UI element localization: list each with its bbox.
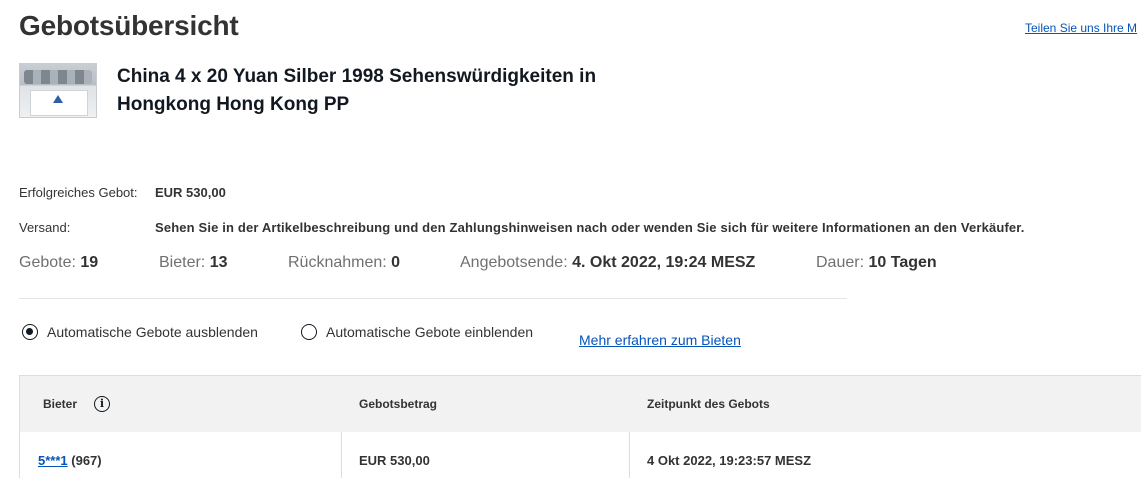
bidder-cell: 5***1 (967) [38, 453, 102, 468]
retractions-value: 0 [391, 254, 401, 271]
table-header: Bieter i Gebotsbetrag Zeitpunkt des Gebo… [19, 375, 1141, 432]
learn-more-link[interactable]: Mehr erfahren zum Bieten [579, 332, 741, 348]
retractions-label: Rücknahmen: [288, 254, 387, 271]
hide-auto-bids-label[interactable]: Automatische Gebote ausblenden [47, 324, 258, 340]
bidders-value: 13 [209, 254, 228, 271]
mint-logo-icon [53, 95, 63, 103]
shipping-value: Sehen Sie in der Artikelbeschreibung und… [155, 220, 1025, 235]
column-divider [341, 432, 342, 478]
column-header-bidder: Bieter [43, 397, 78, 411]
retractions-count: Rücknahmen: 0 [288, 254, 400, 272]
radio-checked-icon[interactable] [22, 324, 38, 340]
bidders-count: Bieter: 13 [159, 254, 228, 272]
bid-time-cell: 4 Okt 2022, 19:23:57 MESZ [647, 453, 812, 468]
page-title: Gebotsübersicht [19, 10, 239, 41]
radio-unchecked-icon[interactable] [301, 324, 317, 340]
coin-set-image [24, 70, 92, 84]
show-auto-bids-option[interactable]: Automatische Gebote einblenden [301, 324, 533, 340]
bidder-link[interactable]: 5***1 [38, 453, 68, 468]
winning-bid-value: EUR 530,00 [155, 185, 226, 200]
bidders-label: Bieter: [159, 254, 206, 271]
info-icon[interactable]: i [94, 396, 110, 412]
winning-bid-label: Erfolgreiches Gebot: [19, 185, 138, 200]
hide-auto-bids-option[interactable]: Automatische Gebote ausblenden [22, 324, 258, 340]
bid-history-table: Bieter i Gebotsbetrag Zeitpunkt des Gebo… [19, 375, 1141, 478]
bids-count: Gebote: 19 [19, 254, 98, 272]
end-value: 4. Okt 2022, 19:24 MESZ [572, 254, 756, 271]
table-row: 5***1 (967) EUR 530,00 4 Okt 2022, 19:23… [19, 432, 1141, 478]
column-header-amount: Gebotsbetrag [359, 397, 438, 411]
item-title[interactable]: China 4 x 20 Yuan Silber 1998 Sehenswürd… [117, 63, 677, 119]
column-divider [629, 432, 630, 478]
duration-label: Dauer: [816, 254, 865, 271]
certificate-box-image [30, 90, 88, 116]
item-thumbnail[interactable] [19, 63, 97, 118]
auction-duration: Dauer: 10 Tagen [816, 254, 937, 272]
divider [19, 298, 847, 299]
end-label: Angebotsende: [460, 254, 568, 271]
auction-end: Angebotsende: 4. Okt 2022, 19:24 MESZ [460, 254, 755, 272]
feedback-link[interactable]: Teilen Sie uns Ihre M [1025, 21, 1137, 35]
bidder-feedback-score: (967) [71, 453, 102, 468]
shipping-label: Versand: [19, 220, 71, 235]
duration-value: 10 Tagen [868, 254, 937, 271]
bids-value: 19 [80, 254, 99, 271]
bids-label: Gebote: [19, 254, 76, 271]
bid-history-page: Gebotsübersicht Teilen Sie uns Ihre M Ch… [0, 0, 1141, 478]
bid-amount-cell: EUR 530,00 [359, 453, 430, 468]
column-header-time: Zeitpunkt des Gebots [647, 397, 770, 411]
show-auto-bids-label[interactable]: Automatische Gebote einblenden [326, 324, 533, 340]
